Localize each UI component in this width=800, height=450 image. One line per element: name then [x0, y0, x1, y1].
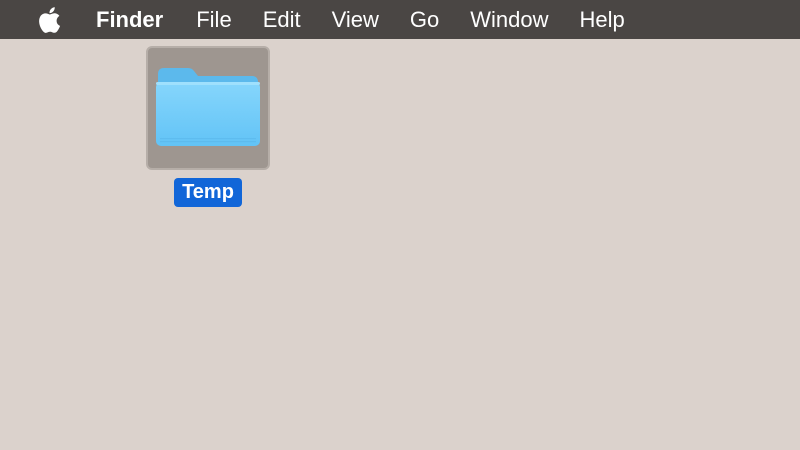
menu-window[interactable]: Window	[470, 0, 548, 39]
menu-edit[interactable]: Edit	[263, 0, 301, 39]
folder-icon[interactable]	[154, 64, 262, 152]
menu-finder[interactable]: Finder	[96, 0, 163, 39]
menu-view[interactable]: View	[332, 0, 379, 39]
folder-label[interactable]: Temp	[174, 178, 242, 207]
menu-bar: Finder File Edit View Go Window Help	[0, 0, 800, 39]
folder-selection-frame[interactable]	[146, 46, 270, 170]
apple-logo-icon[interactable]	[36, 5, 62, 35]
desktop-folder-temp[interactable]: Temp	[144, 46, 272, 207]
menu-file[interactable]: File	[196, 0, 231, 39]
desktop[interactable]: Temp	[0, 39, 800, 450]
menu-help[interactable]: Help	[580, 0, 625, 39]
menu-go[interactable]: Go	[410, 0, 439, 39]
